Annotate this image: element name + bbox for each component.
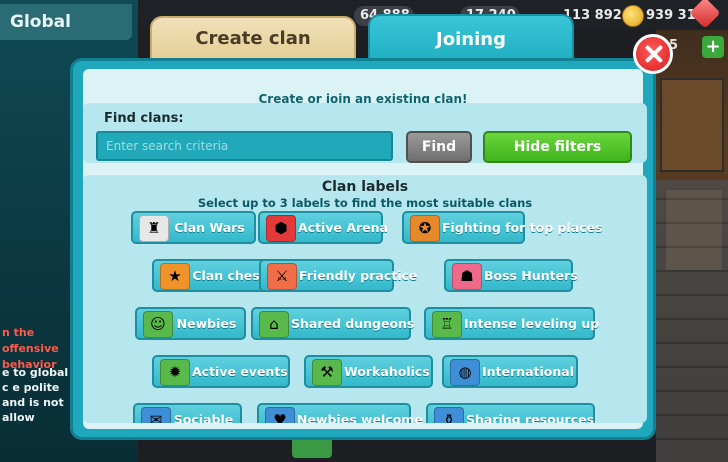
clan-label-chip[interactable]: ⚔ Friendly practice (259, 259, 418, 292)
chat-rules-text: e to global c e polite and is not allow (2, 366, 69, 424)
clan-label-chip[interactable]: ✪ Fighting for top places (402, 211, 603, 244)
global-chat-tab[interactable]: Global (0, 4, 132, 40)
clan-labels-panel: Clan labels Select up to 3 labels to fin… (83, 175, 647, 423)
window-pane (660, 78, 724, 172)
clan-label-text: Sharing resources (466, 412, 595, 423)
clan-label-text: Intense leveling up (464, 316, 600, 331)
clan-label-chip[interactable]: ◍ International (442, 355, 578, 388)
clan-label-text: Sociable (173, 412, 234, 423)
castle-icon: ♖ (432, 311, 462, 338)
close-icon[interactable] (633, 34, 673, 74)
tower-icon: ♜ (139, 215, 169, 242)
clan-label-chip[interactable]: ♥ Newbies welcome (257, 403, 423, 423)
gold-coin-icon (622, 5, 644, 27)
clan-label-text: Clan chest (192, 268, 266, 283)
chat-bubble-icon: ✉ (141, 407, 171, 423)
clan-label-text: Clan Wars (174, 220, 245, 235)
clan-label-text: Newbies welcome (297, 412, 423, 423)
clan-label-chip[interactable]: ✹ Active events (152, 355, 290, 388)
clan-label-chip[interactable]: ⬢ Active Arena (258, 211, 388, 244)
clan-label-text: Newbies (176, 316, 237, 331)
clan-label-chip[interactable]: ♖ Intense leveling up (424, 307, 600, 340)
star-chest-icon: ★ (160, 263, 190, 290)
boss-icon: ☗ (452, 263, 482, 290)
clan-label-text: International (482, 364, 574, 379)
crossed-swords-icon: ⚔ (267, 263, 297, 290)
laurel-wreath-icon: ✪ (410, 215, 440, 242)
clan-label-text: Fighting for top places (442, 220, 603, 235)
find-button[interactable]: Find (406, 131, 472, 163)
search-input[interactable] (96, 131, 393, 161)
arena-shield-icon: ⬢ (266, 215, 296, 242)
clan-label-chip[interactable]: ☗ Boss Hunters (444, 259, 578, 292)
tab-joining[interactable]: Joining (368, 14, 574, 62)
dungeon-icon: ⌂ (259, 311, 289, 338)
clan-label-text: Active Arena (298, 220, 388, 235)
add-plus-button[interactable]: + (702, 36, 724, 58)
clan-labels-title: Clan labels (321, 179, 409, 195)
heart-icon: ♥ (265, 407, 295, 423)
tab-create-clan[interactable]: Create clan (150, 16, 356, 60)
clan-dialog: Create or join an existing clan! Find cl… (70, 58, 656, 440)
resources-bag-icon: ⚱ (434, 407, 464, 423)
globe-icon: ◍ (450, 359, 480, 386)
search-panel: Find clans: Find Hide filters (83, 103, 647, 163)
clan-label-chip[interactable]: ✉ Sociable (133, 403, 242, 423)
clan-label-text: Workaholics (344, 364, 430, 379)
hide-filters-button[interactable]: Hide filters (483, 131, 632, 163)
clan-labels-subtitle: Select up to 3 labels to find the most s… (197, 196, 533, 210)
clan-label-text: Shared dungeons (291, 316, 415, 331)
clan-label-text: Friendly practice (299, 268, 418, 283)
clan-label-chip[interactable]: ☺ Newbies (135, 307, 246, 340)
event-badge-icon: ✹ (160, 359, 190, 386)
clan-label-chip[interactable]: ⚒ Workaholics (304, 355, 433, 388)
clan-label-text: Boss Hunters (484, 268, 578, 283)
clan-label-text: Active events (192, 364, 288, 379)
tools-icon: ⚒ (312, 359, 342, 386)
clan-label-chip[interactable]: ♜ Clan Wars (131, 211, 256, 244)
clan-label-chip[interactable]: ⌂ Shared dungeons (251, 307, 415, 340)
stone-wall (656, 180, 728, 462)
clan-label-chip[interactable]: ⚱ Sharing resources (426, 403, 595, 423)
clan-label-chip[interactable]: ★ Clan chest (152, 259, 274, 292)
newbie-face-icon: ☺ (143, 311, 173, 338)
find-clans-label: Find clans: (104, 111, 184, 126)
